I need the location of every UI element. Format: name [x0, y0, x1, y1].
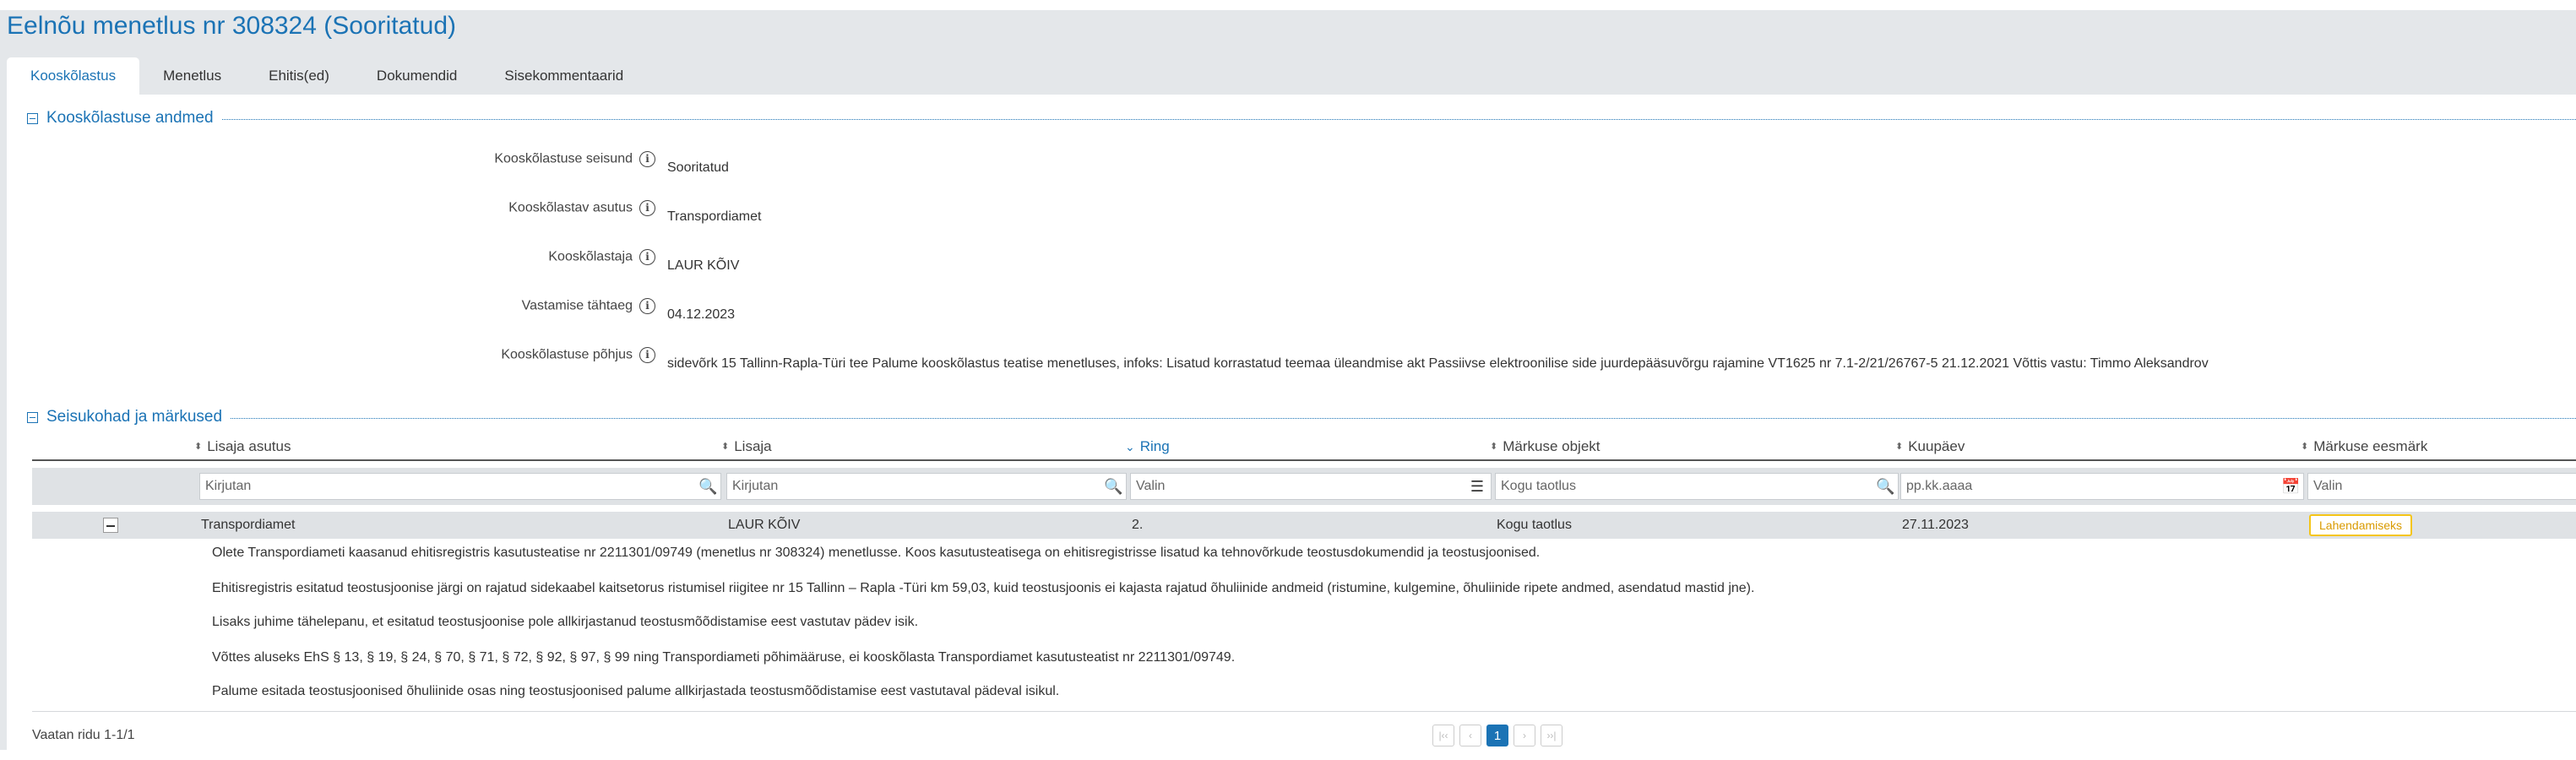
tab-kooskolastus[interactable]: Kooskõlastus: [7, 57, 140, 95]
field-value-kooskolastaja: LAUR KÕIV: [667, 258, 740, 273]
filter-kuupaev: 📅: [1900, 473, 2304, 500]
list-icon[interactable]: ☰: [1469, 478, 1486, 495]
remark-paragraph: Lisaks juhime tähelepanu, et esitatud te…: [212, 615, 919, 629]
column-header-ring[interactable]: ⌄ Ring: [1125, 436, 1170, 458]
field-value-pohjus: sidevõrk 15 Tallinn-Rapla-Türi tee Palum…: [667, 356, 2209, 371]
section-divider: [221, 118, 2576, 120]
remark-paragraph: Palume esitada teostusjoonised õhuliinid…: [212, 684, 1060, 698]
filter-input[interactable]: [1496, 474, 1874, 499]
cell-lisaja-asutus: Transpordiamet: [201, 518, 296, 532]
info-icon[interactable]: i: [639, 150, 655, 167]
cell-markuse-objekt: Kogu taotlus: [1497, 518, 1572, 532]
field-seisund: Kooskõlastuse seisund i: [218, 147, 655, 171]
tab-menetlus[interactable]: Menetlus: [139, 57, 245, 95]
column-header-lisaja-asutus[interactable]: ⬍ Lisaja asutus: [194, 436, 291, 458]
filter-select[interactable]: [1131, 474, 1467, 499]
tab-sisekommentaarid[interactable]: Sisekommentaarid: [481, 57, 647, 95]
column-header-kuupaev[interactable]: ⬍ Kuupäev: [1895, 436, 1965, 458]
search-icon[interactable]: 🔍: [698, 478, 717, 495]
filter-lisaja-asutus: 🔍: [199, 473, 721, 500]
sort-icon: ⬍: [1895, 442, 1904, 452]
table-header-border: [32, 459, 2576, 461]
column-header-markuse-eesmark[interactable]: ⬍ Märkuse eesmärk: [2301, 436, 2427, 458]
remark-paragraph: Ehitisregistris esitatud teostusjoonise …: [212, 581, 1755, 595]
table-row[interactable]: Transpordiamet LAUR KÕIV 2. Kogu taotlus…: [32, 512, 2576, 539]
tab-content-panel: Kooskõlastuse andmed Kooskõlastuse seisu…: [7, 95, 2576, 760]
field-tahtaeg: Vastamise tähtaeg i: [218, 294, 655, 318]
filter-input[interactable]: [200, 474, 697, 499]
sort-icon: ⬍: [1490, 442, 1498, 452]
sort-icon: ⬍: [2301, 442, 2309, 452]
footer-divider: [32, 711, 2576, 712]
field-value-asutus: Transpordiamet: [667, 209, 762, 224]
sort-icon: ⬍: [721, 442, 730, 452]
current-page-button[interactable]: 1: [1486, 725, 1508, 746]
filter-markuse-objekt: 🔍: [1495, 473, 1899, 500]
tab-bar: Kooskõlastus Menetlus Ehitis(ed) Dokumen…: [7, 57, 647, 95]
next-page-button[interactable]: ›: [1514, 725, 1535, 746]
search-icon[interactable]: 🔍: [1104, 478, 1122, 495]
column-header-lisaja[interactable]: ⬍ Lisaja: [721, 436, 772, 458]
remark-paragraph: Olete Transpordiameti kaasanud ehitisreg…: [212, 546, 1541, 560]
filter-row: 🔍 🔍 ☰ 🔍 📅: [32, 468, 2576, 505]
info-icon[interactable]: i: [639, 297, 655, 314]
sort-desc-icon: ⌄: [1125, 440, 1135, 453]
field-value-seisund: Sooritatud: [667, 160, 729, 175]
tab-dokumendid[interactable]: Dokumendid: [353, 57, 481, 95]
sort-icon: ⬍: [194, 442, 203, 452]
last-page-button[interactable]: ››|: [1541, 725, 1562, 746]
collapse-remarks-icon[interactable]: [27, 411, 38, 423]
field-label: Kooskõlastuse seisund: [494, 151, 633, 166]
collapse-row-icon[interactable]: [103, 518, 118, 533]
filter-input[interactable]: [727, 474, 1102, 499]
row-count: Vaatan ridu 1-1/1: [32, 728, 135, 742]
filter-select[interactable]: [2308, 474, 2552, 499]
pagination: |‹‹ ‹ 1 › ››|: [1432, 725, 1562, 746]
cell-lisaja: LAUR KÕIV: [728, 518, 801, 532]
remarks-section-header[interactable]: Seisukohad ja märkused: [27, 407, 2576, 427]
details-section-title: Kooskõlastuse andmed: [46, 109, 214, 127]
field-label: Kooskõlastav asutus: [508, 200, 633, 215]
status-badge: Lahendamiseks: [2309, 514, 2413, 536]
prev-page-button[interactable]: ‹: [1459, 725, 1481, 746]
field-pohjus: Kooskõlastuse põhjus i: [218, 343, 655, 366]
field-value-tahtaeg: 04.12.2023: [667, 307, 736, 322]
filter-ring: ☰: [1130, 473, 1492, 500]
field-asutus: Kooskõlastav asutus i: [218, 196, 655, 220]
info-icon[interactable]: i: [639, 346, 655, 363]
collapse-details-icon[interactable]: [27, 112, 38, 124]
calendar-icon[interactable]: 📅: [2281, 478, 2300, 495]
page-title: Eelnõu menetlus nr 308324 (Sooritatud): [7, 12, 457, 40]
first-page-button[interactable]: |‹‹: [1432, 725, 1454, 746]
field-kooskolastaja: Kooskõlastaja i: [218, 245, 655, 269]
info-icon[interactable]: i: [639, 199, 655, 216]
filter-markuse-eesmark: [2307, 473, 2576, 500]
field-label: Vastamise tähtaeg: [521, 298, 633, 313]
info-icon[interactable]: i: [639, 248, 655, 265]
tab-ehitised[interactable]: Ehitis(ed): [245, 57, 353, 95]
cell-kuupaev: 27.11.2023: [1902, 518, 1969, 532]
filter-lisaja: 🔍: [726, 473, 1127, 500]
cell-ring: 2.: [1132, 518, 1144, 532]
field-label: Kooskõlastaja: [548, 249, 633, 264]
field-label: Kooskõlastuse põhjus: [501, 347, 633, 362]
section-divider: [231, 417, 2576, 419]
details-section-header[interactable]: Kooskõlastuse andmed: [27, 108, 2576, 128]
app-shell: Eelnõu menetlus nr 308324 (Sooritatud) K…: [0, 10, 2576, 760]
search-icon[interactable]: 🔍: [1876, 478, 1894, 495]
remark-paragraph: Võttes aluseks EhS § 13, § 19, § 24, § 7…: [212, 650, 1236, 665]
remarks-section-title: Seisukohad ja märkused: [46, 408, 223, 426]
column-header-markuse-objekt[interactable]: ⬍ Märkuse objekt: [1490, 436, 1600, 458]
date-input[interactable]: [1901, 474, 2280, 499]
